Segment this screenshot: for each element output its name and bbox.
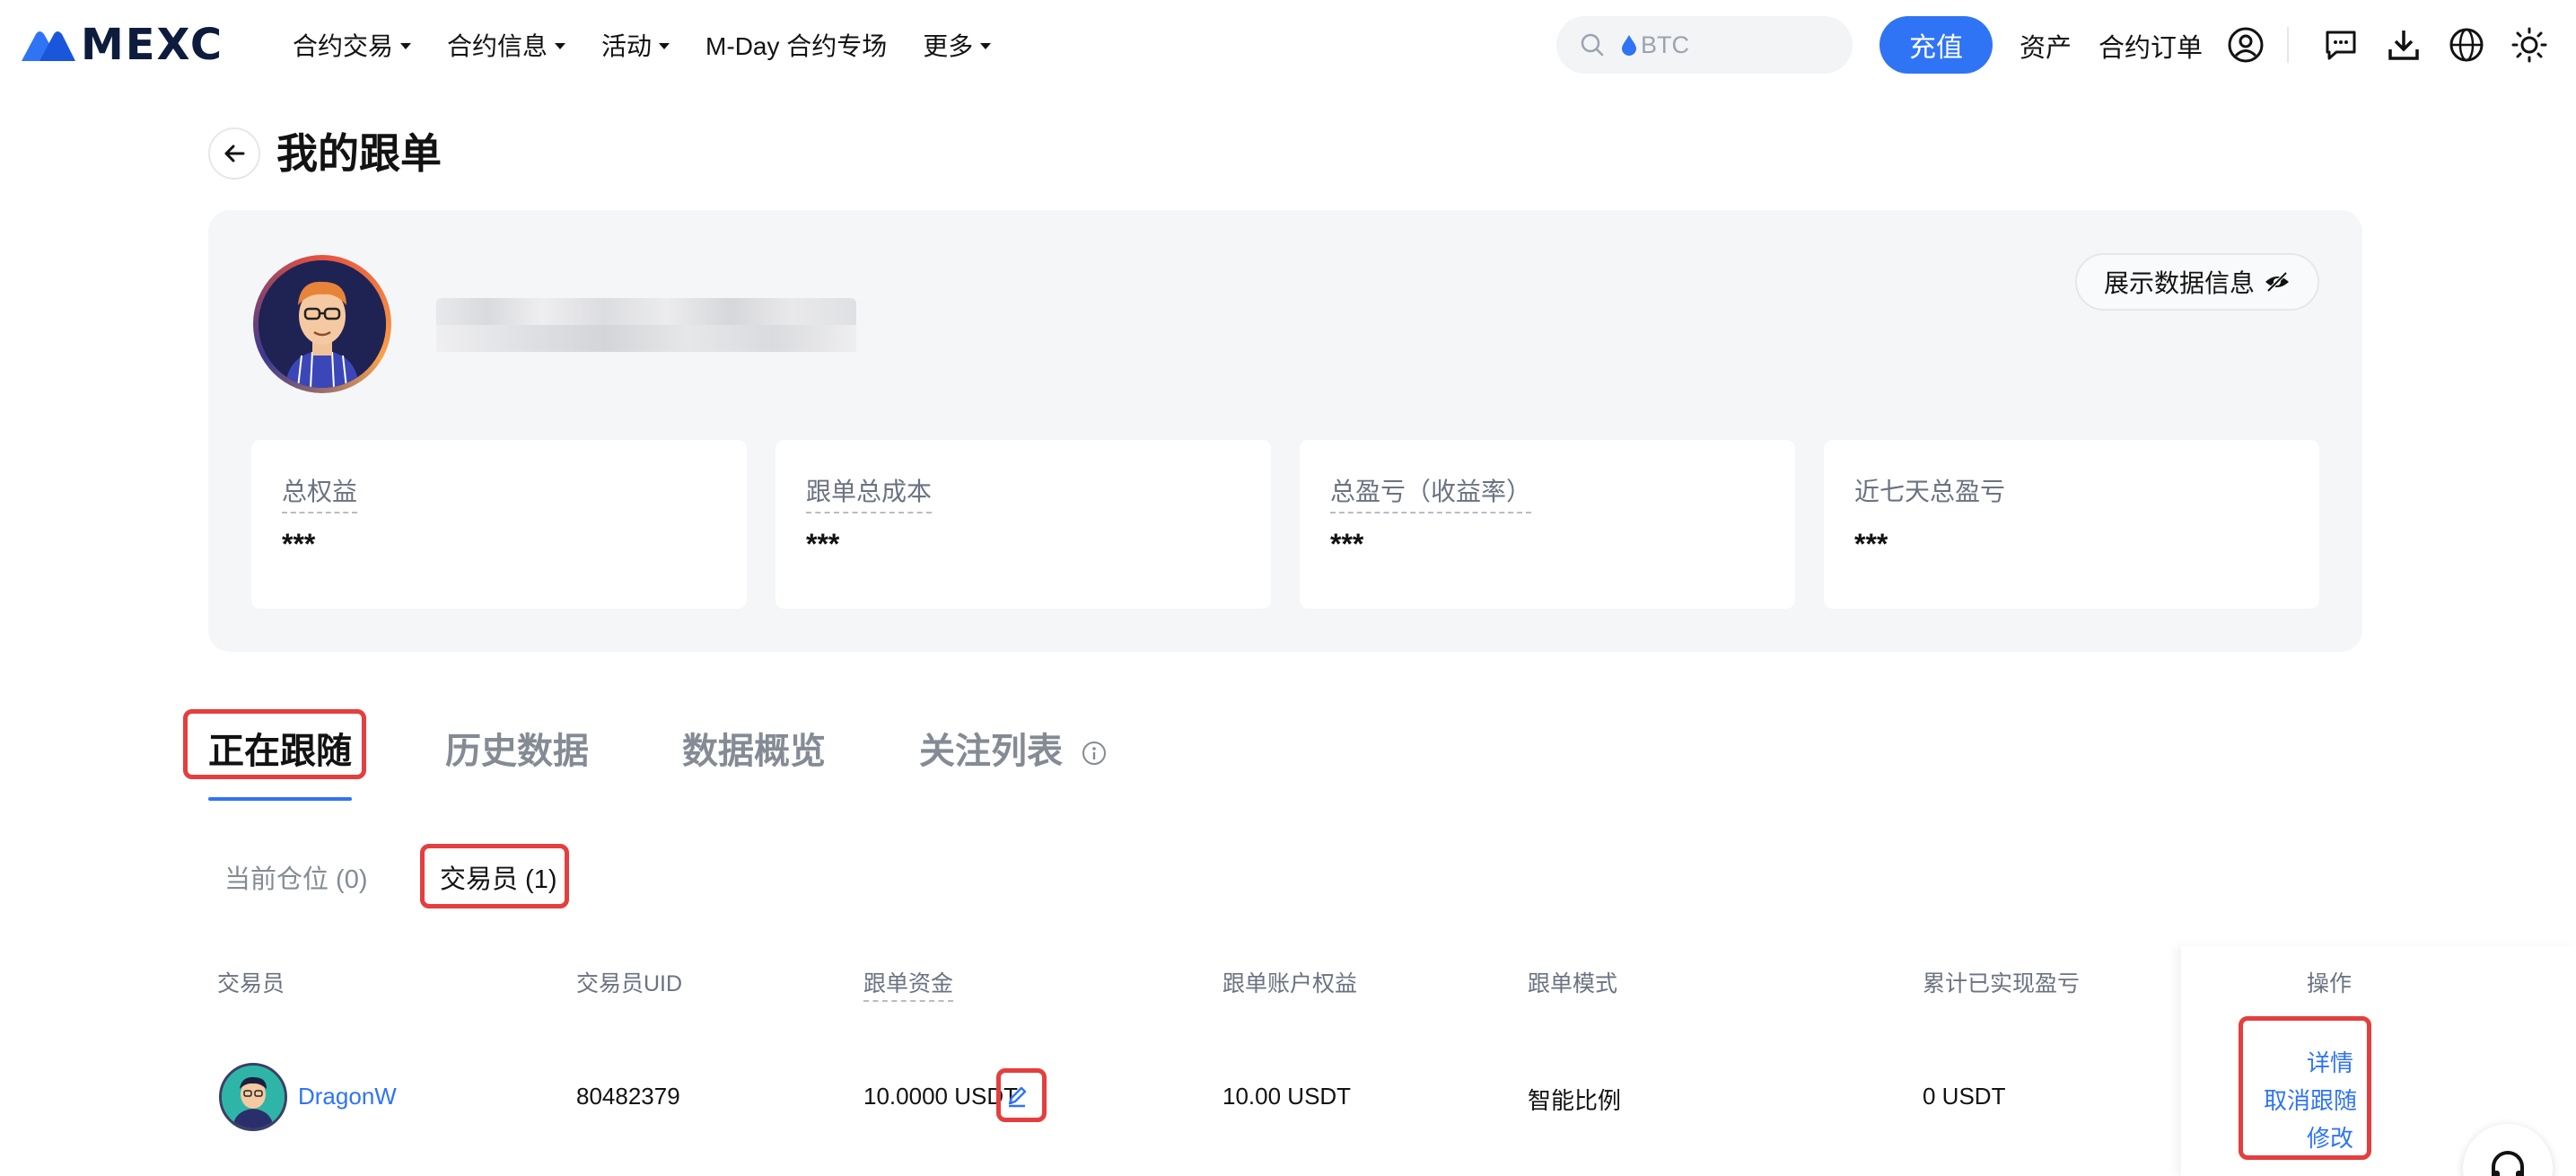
nav-label: M-Day 合约专场 <box>705 32 888 60</box>
main-nav: 合约交易 合约信息 活动 M-Day 合约专场 更多 <box>293 25 1027 65</box>
cartoon-avatar-icon <box>258 260 386 388</box>
tab-overview[interactable]: 数据概览 <box>682 722 826 774</box>
user-icon[interactable] <box>2226 25 2265 65</box>
deposit-button[interactable]: 充值 <box>1879 16 1993 74</box>
nav-mday[interactable]: M-Day 合约专场 <box>705 27 887 63</box>
nav-label: 活动 <box>601 32 653 60</box>
subtab-positions[interactable]: 当前仓位 (0) <box>224 858 368 896</box>
copy-mode: 智能比例 <box>1528 1087 1622 1114</box>
nav-label: 合约交易 <box>293 32 394 60</box>
theme-icon[interactable] <box>2510 25 2549 65</box>
page-title: 我的跟单 <box>276 130 442 177</box>
top-header: MEXC 合约交易 合约信息 活动 M-Day 合约专场 更多 充值 资产 合约… <box>0 0 2576 90</box>
mexc-logo-icon <box>22 31 75 61</box>
col-header-actions: 操作 <box>2307 971 2353 996</box>
search-icon <box>1581 33 1604 57</box>
stat-card-total-pnl: 总盈亏（收益率） *** <box>1300 440 1795 609</box>
flame-icon <box>1622 35 1636 56</box>
stat-value: *** <box>806 528 840 560</box>
highlight-box-subtab <box>420 844 569 908</box>
col-header-trader: 交易员 <box>217 971 285 996</box>
header-divider <box>2287 27 2289 63</box>
stat-label: 近七天总盈亏 <box>1854 478 2006 505</box>
futures-orders-link[interactable]: 合约订单 <box>2098 27 2203 65</box>
nav-events[interactable]: 活动 <box>601 27 670 63</box>
trader-avatar-icon <box>222 1066 285 1128</box>
stat-card-total-equity: 总权益 *** <box>251 440 747 609</box>
col-header-funds[interactable]: 跟单资金 <box>863 966 954 1002</box>
caret-down-icon <box>555 42 566 49</box>
caret-down-icon <box>659 42 670 49</box>
user-avatar <box>253 255 391 393</box>
show-data-label: 展示数据信息 <box>2103 269 2255 297</box>
col-header-uid: 交易员UID <box>576 971 683 996</box>
stat-card-7day-pnl: 近七天总盈亏 *** <box>1824 440 2319 609</box>
headset-icon <box>2492 1151 2524 1176</box>
nav-futures-info[interactable]: 合约信息 <box>447 27 566 63</box>
stat-card-total-cost: 跟单总成本 *** <box>775 440 1271 609</box>
nav-more[interactable]: 更多 <box>923 27 992 63</box>
stat-value: *** <box>282 528 316 560</box>
search-input[interactable] <box>1641 31 1838 59</box>
globe-icon[interactable] <box>2447 25 2486 65</box>
trader-uid: 80482379 <box>576 1083 680 1110</box>
nav-futures-trading[interactable]: 合约交易 <box>293 27 412 63</box>
highlight-box-actions <box>2239 1016 2371 1160</box>
blurred-username <box>436 298 856 352</box>
col-header-equity: 跟单账户权益 <box>1222 971 1358 996</box>
trader-name-link[interactable]: DragonW <box>298 1083 397 1110</box>
arrow-left-icon <box>224 145 245 162</box>
search-box[interactable] <box>1556 16 1853 74</box>
trader-avatar[interactable] <box>219 1063 287 1131</box>
stat-label[interactable]: 跟单总成本 <box>806 472 933 513</box>
stat-value: *** <box>1854 528 1888 560</box>
nav-label: 合约信息 <box>447 32 548 60</box>
tab-watchlist[interactable]: 关注列表 <box>919 722 1107 774</box>
assets-link[interactable]: 资产 <box>2020 27 2072 65</box>
mexc-logo[interactable]: MEXC <box>20 20 223 70</box>
copy-funds: 10.0000 USDT <box>863 1083 1018 1110</box>
message-icon[interactable] <box>2321 25 2361 65</box>
highlight-box-edit <box>996 1068 1047 1122</box>
back-button[interactable] <box>208 127 260 180</box>
stat-value: *** <box>1330 528 1364 560</box>
eye-off-icon <box>2265 271 2289 293</box>
caret-down-icon <box>980 42 992 49</box>
copy-equity: 10.00 USDT <box>1222 1083 1352 1110</box>
tab-label: 关注列表 <box>919 732 1063 771</box>
brand-name: MEXC <box>81 20 224 70</box>
nav-label: 更多 <box>923 32 974 60</box>
show-data-button[interactable]: 展示数据信息 <box>2075 253 2319 311</box>
stat-label[interactable]: 总权益 <box>282 472 358 513</box>
tab-history[interactable]: 历史数据 <box>445 722 589 774</box>
download-icon[interactable] <box>2384 25 2423 65</box>
col-header-realized-pnl: 累计已实现盈亏 <box>1923 971 2081 996</box>
info-icon[interactable] <box>1082 741 1107 766</box>
highlight-box-tab <box>183 709 366 779</box>
realized-pnl: 0 USDT <box>1923 1083 2006 1110</box>
caret-down-icon <box>400 42 412 49</box>
col-header-mode: 跟单模式 <box>1528 971 1618 996</box>
active-tab-indicator <box>208 797 352 801</box>
stat-label[interactable]: 总盈亏（收益率） <box>1330 472 1532 513</box>
